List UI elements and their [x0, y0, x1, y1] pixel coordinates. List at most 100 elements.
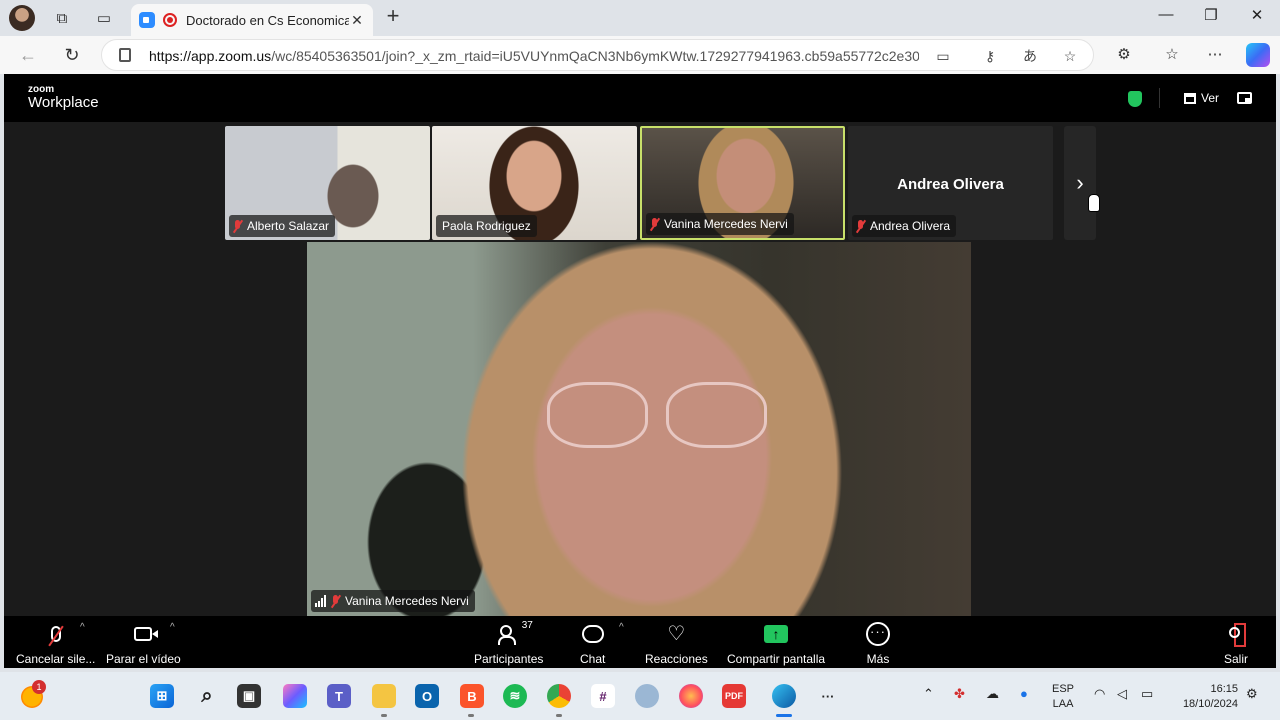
share-screen-button[interactable]: ↑ Compartir pantalla: [727, 622, 825, 666]
heart-icon: ♡: [667, 623, 686, 645]
zoom-top-bar: zoom Workplace Ver: [4, 74, 1276, 122]
profile-avatar[interactable]: [9, 5, 35, 31]
speaker-glasses: [547, 382, 767, 452]
favorite-star-icon[interactable]: ☆: [1060, 46, 1080, 66]
tray-app-icon[interactable]: ✤: [954, 686, 965, 702]
restore-button[interactable]: ❐: [1196, 6, 1226, 28]
outlook-icon[interactable]: O: [415, 684, 439, 708]
participant-name-tag: Paola Rodriguez: [436, 215, 537, 237]
speaker-name: Vanina Mercedes Nervi: [345, 594, 469, 608]
mic-muted-icon: [331, 594, 340, 608]
camera-permission-icon[interactable]: ▭: [933, 46, 953, 66]
participant-tile[interactable]: Andrea Olivera Andrea Olivera: [848, 126, 1053, 240]
security-shield-icon[interactable]: [1128, 91, 1142, 107]
browser-toolbar: ← ↻ https://app.zoom.us/wc/85405363501/j…: [0, 36, 1280, 74]
notifications-icon[interactable]: ⚙: [1246, 686, 1258, 702]
reactions-button[interactable]: ♡ Reacciones: [645, 622, 708, 666]
fullscreen-icon[interactable]: [1237, 92, 1252, 104]
calendar-view-icon: [1184, 92, 1196, 104]
language-indicator[interactable]: ESP LAA: [1052, 682, 1074, 712]
spotify-icon[interactable]: ≋: [503, 684, 527, 708]
back-arrow-icon[interactable]: ←: [16, 43, 40, 67]
chat-options-caret-icon[interactable]: ^: [619, 622, 624, 633]
chat-label: Chat: [580, 652, 606, 666]
keyboard-layout: LAA: [1052, 698, 1074, 710]
browser-tab-zoom[interactable]: Doctorado en Cs Economica ✕: [131, 4, 373, 36]
copilot-app-icon[interactable]: [283, 684, 307, 708]
windows-start-icon[interactable]: ⊞: [150, 684, 174, 708]
mute-label: Cancelar sile...: [16, 652, 96, 666]
participants-icon: [497, 625, 520, 645]
participants-label: Participantes: [474, 652, 544, 666]
participant-tile-active[interactable]: Vanina Mercedes Nervi: [640, 126, 845, 240]
system-clock[interactable]: 16:15 18/10/2024: [1174, 682, 1238, 712]
edge-icon[interactable]: [772, 684, 796, 708]
workspaces-icon[interactable]: ⧉: [49, 6, 75, 30]
clock-time: 16:15: [1210, 683, 1238, 695]
tray-microphone-icon[interactable]: ●: [1020, 686, 1028, 701]
participants-button[interactable]: 37 Participantes: [474, 620, 544, 666]
tray-overflow-icon[interactable]: ⌃: [923, 686, 934, 702]
video-stage: Alberto Salazar Paola Rodriguez Vanina M…: [4, 122, 1276, 616]
meeting-controls: Cancelar sile... ^ Parar el vídeo ^ 37 P…: [4, 616, 1276, 668]
favorites-icon[interactable]: ☆: [1161, 44, 1183, 66]
next-page-button[interactable]: ›: [1064, 126, 1096, 240]
lock-icon[interactable]: [119, 48, 131, 62]
teams-icon[interactable]: T: [327, 684, 351, 708]
search-icon[interactable]: ⌕: [195, 684, 219, 708]
key-icon[interactable]: ⚷: [980, 46, 1000, 66]
chevron-right-icon: ›: [1076, 170, 1084, 195]
browser-tab-strip: ⧉ ▭ Doctorado en Cs Economica ✕ + — ❐ ✕: [0, 0, 1280, 36]
refresh-icon[interactable]: ↻: [60, 43, 84, 67]
brave-icon[interactable]: B: [460, 684, 484, 708]
chat-icon: [581, 625, 604, 643]
more-dots-icon: ···: [866, 622, 890, 646]
video-off-name: Andrea Olivera: [897, 176, 1004, 193]
view-button[interactable]: Ver: [1184, 91, 1219, 105]
reactions-label: Reacciones: [645, 652, 708, 666]
minimize-button[interactable]: —: [1151, 6, 1181, 28]
tab-close-icon[interactable]: ✕: [349, 12, 365, 29]
chrome-icon[interactable]: [547, 684, 571, 708]
notification-badge: 1: [32, 680, 46, 694]
tray-cloud-icon[interactable]: ☁: [986, 686, 999, 702]
audio-options-caret-icon[interactable]: ^: [80, 622, 85, 633]
chat-button[interactable]: Chat: [580, 622, 605, 666]
translate-icon[interactable]: あ: [1020, 46, 1040, 66]
tab-actions-icon[interactable]: ▭: [91, 6, 117, 30]
active-speaker-video[interactable]: Vanina Mercedes Nervi: [307, 242, 971, 616]
network-app-icon[interactable]: [635, 684, 659, 708]
extensions-icon[interactable]: ⚙: [1113, 44, 1135, 66]
firefox-icon[interactable]: [679, 684, 703, 708]
slack-icon[interactable]: #: [591, 684, 615, 708]
volume-icon[interactable]: ◁: [1117, 686, 1127, 702]
leave-button[interactable]: Salir: [1224, 622, 1248, 666]
new-tab-button[interactable]: +: [382, 5, 404, 28]
tab-title: Doctorado en Cs Economica: [186, 12, 349, 28]
address-bar[interactable]: https://app.zoom.us/wc/85405363501/join?…: [101, 39, 1094, 71]
zoom-favicon-icon: [139, 12, 155, 28]
video-options-caret-icon[interactable]: ^: [170, 622, 175, 633]
url-text[interactable]: https://app.zoom.us/wc/85405363501/join?…: [149, 48, 919, 64]
participant-tile[interactable]: Paola Rodriguez: [432, 126, 637, 240]
running-indicator: [468, 714, 474, 717]
pdf-app-icon[interactable]: PDF: [722, 684, 746, 708]
video-label: Parar el vídeo: [106, 652, 181, 666]
leave-label: Salir: [1224, 652, 1249, 666]
copilot-icon[interactable]: [1246, 43, 1270, 67]
participant-name: Andrea Olivera: [870, 219, 951, 233]
more-button[interactable]: ··· Más: [866, 622, 890, 666]
participant-tile[interactable]: Alberto Salazar: [225, 126, 430, 240]
wifi-icon[interactable]: ◠: [1094, 686, 1105, 702]
more-apps-icon[interactable]: ···: [816, 684, 840, 708]
recording-icon: [163, 13, 177, 27]
battery-icon[interactable]: ▭: [1141, 686, 1153, 702]
close-window-button[interactable]: ✕: [1242, 6, 1272, 28]
task-view-icon[interactable]: ▣: [237, 684, 261, 708]
share-label: Compartir pantalla: [727, 652, 826, 666]
participant-name-tag: Andrea Olivera: [852, 215, 957, 237]
file-explorer-icon[interactable]: [372, 684, 396, 708]
speaker-name-tag: Vanina Mercedes Nervi: [311, 590, 475, 612]
menu-more-icon[interactable]: ⋯: [1204, 44, 1226, 66]
microphone-muted-icon: [50, 626, 61, 642]
